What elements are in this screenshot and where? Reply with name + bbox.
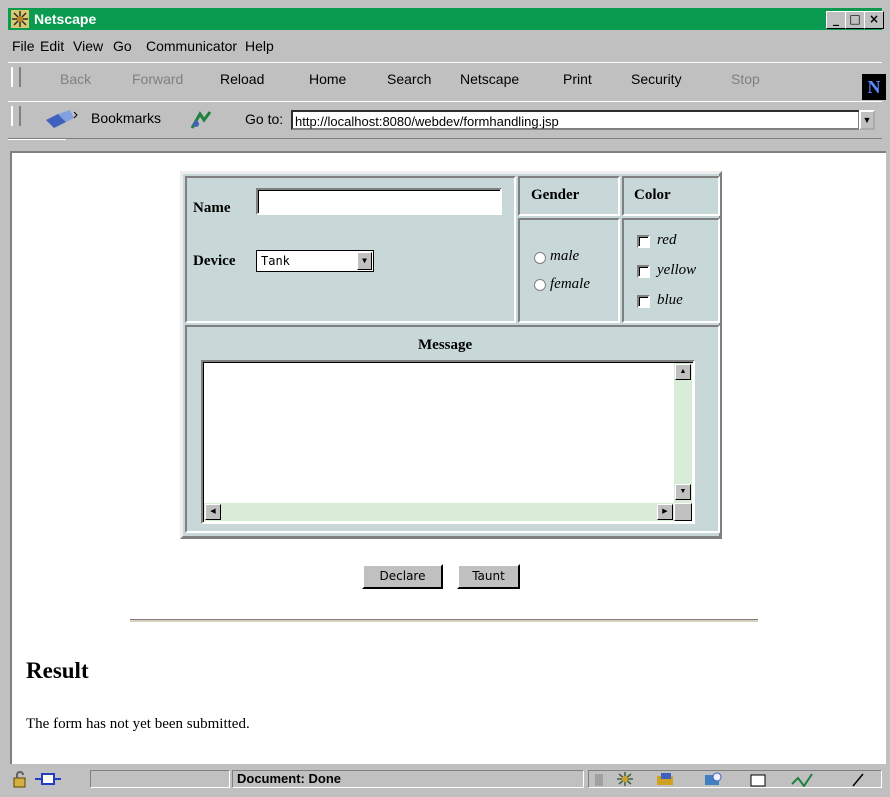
menu-go[interactable]: Go [113,38,132,54]
security-button[interactable]: Security [631,71,682,87]
color-header-cell: Color [622,176,720,216]
title-bar[interactable]: Netscape _ □ × [8,8,884,30]
stop-button[interactable]: Stop [731,71,760,87]
horizontal-rule [130,619,758,623]
message-cell: Message ▲ ▼ ◀ ▶ [185,325,720,533]
color-red-checkbox[interactable] [637,235,650,248]
component-icons[interactable] [593,772,879,787]
horizontal-scrollbar[interactable]: ◀ ▶ [204,503,674,521]
gender-header: Gender [531,187,580,203]
menu-edit[interactable]: Edit [40,38,64,54]
netscape-button[interactable]: Netscape [460,71,519,87]
name-device-cell: Name Device Tank ▼ [185,176,516,323]
toolbar-grip[interactable] [11,67,21,87]
status-bar: Document: Done [8,768,882,790]
bookmarks-icon[interactable] [44,108,84,130]
close-button[interactable]: × [864,11,884,29]
name-input[interactable] [256,188,502,215]
back-button[interactable]: Back [60,71,91,87]
navigation-toolbar: Back Forward Reload Home Search Netscape… [8,62,882,102]
result-heading: Result [26,658,89,683]
minimize-button[interactable]: _ [826,11,846,29]
name-label: Name [193,200,231,216]
vertical-scrollbar[interactable]: ▲ ▼ [674,363,692,505]
security-lock-icon[interactable] [12,771,32,788]
menu-file[interactable]: File [12,38,35,54]
taunt-button[interactable]: Taunt [457,564,520,589]
declare-button[interactable]: Declare [362,564,443,589]
netscape-logo-icon [11,10,29,28]
device-label: Device [193,253,236,269]
component-bar [588,770,882,788]
scroll-right-arrow-icon[interactable]: ▶ [657,504,673,520]
connection-icon [35,773,61,785]
scroll-left-arrow-icon[interactable]: ◀ [205,504,221,520]
menu-communicator[interactable]: Communicator [146,38,237,54]
menu-view[interactable]: View [73,38,103,54]
menu-bar: File Edit View Go Communicator Help [8,31,882,61]
netscape-n-logo-icon[interactable]: N [862,74,886,100]
color-blue-label: blue [657,292,683,308]
menu-help[interactable]: Help [245,38,274,54]
gender-male-radio[interactable] [534,252,546,264]
home-button[interactable]: Home [309,71,346,87]
message-header: Message [418,337,473,353]
color-yellow-checkbox[interactable] [637,265,650,278]
reload-button[interactable]: Reload [220,71,264,87]
color-blue-checkbox[interactable] [637,295,650,308]
color-red-label: red [657,232,677,248]
url-input[interactable]: http://localhost:8080/webdev/formhandlin… [291,110,860,130]
print-button[interactable]: Print [563,71,592,87]
gender-female-label: female [550,276,590,292]
color-header: Color [634,187,671,203]
maximize-button[interactable]: □ [845,11,865,29]
url-dropdown-arrow-icon[interactable]: ▼ [859,110,875,130]
form-table: Name Device Tank ▼ Gender Color male fem… [180,171,722,539]
device-select[interactable]: Tank ▼ [256,250,374,272]
scroll-down-arrow-icon[interactable]: ▼ [675,484,691,500]
netscape-window: Netscape _ □ × File Edit View Go Communi… [0,0,890,797]
gender-male-label: male [550,248,580,264]
forward-button[interactable]: Forward [132,71,183,87]
gender-female-radio[interactable] [534,279,546,291]
resize-corner[interactable] [674,503,692,521]
page-content: Name Device Tank ▼ Gender Color male fem… [10,151,886,764]
scroll-up-arrow-icon[interactable]: ▲ [675,364,691,380]
location-icon[interactable] [190,110,212,130]
search-button[interactable]: Search [387,71,431,87]
window-title: Netscape [34,11,97,27]
location-grip[interactable] [11,106,21,126]
gender-header-cell: Gender [518,176,620,216]
goto-label: Go to: [245,111,284,127]
bookmarks-label[interactable]: Bookmarks [91,110,161,126]
message-textarea[interactable]: ▲ ▼ ◀ ▶ [201,360,695,524]
color-yellow-label: yellow [657,262,697,278]
result-text: The form has not yet been submitted. [26,716,250,732]
chevron-down-icon[interactable]: ▼ [357,252,372,270]
color-options-cell: red yellow blue [622,218,720,323]
device-selected-value: Tank [261,254,290,268]
gender-options-cell: male female [518,218,620,323]
status-text: Document: Done [232,770,584,788]
progress-box [90,770,230,788]
